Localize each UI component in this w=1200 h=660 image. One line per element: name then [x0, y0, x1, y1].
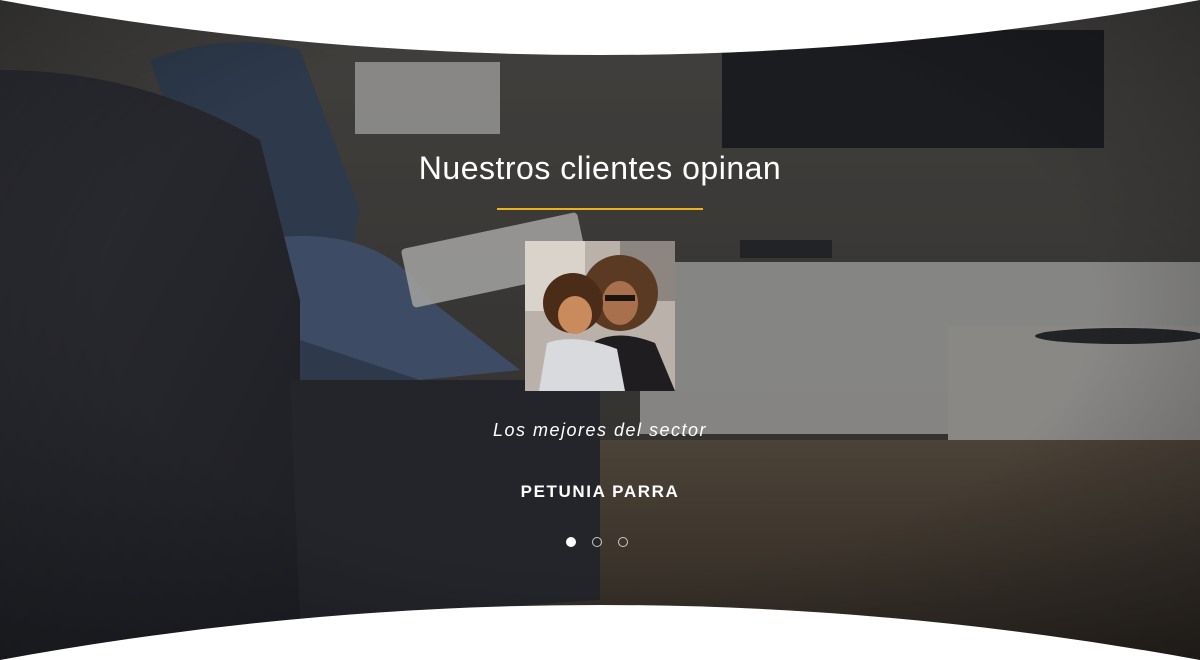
section-title: Nuestros clientes opinan [418, 150, 782, 186]
carousel-dot-2[interactable] [592, 537, 602, 547]
carousel-pagination [566, 537, 628, 547]
carousel-dot-1[interactable] [566, 537, 576, 547]
testimonials-section: Nuestros clientes opinan Los mejores del… [0, 0, 1200, 660]
testimonial-author: PETUNIA PARRA [520, 482, 680, 501]
title-underline [497, 208, 703, 210]
testimonial-content: Nuestros clientes opinan Los mejores del… [0, 0, 1200, 660]
client-avatar [525, 241, 675, 391]
testimonial-quote: Los mejores del sector [492, 420, 708, 440]
carousel-dot-3[interactable] [618, 537, 628, 547]
